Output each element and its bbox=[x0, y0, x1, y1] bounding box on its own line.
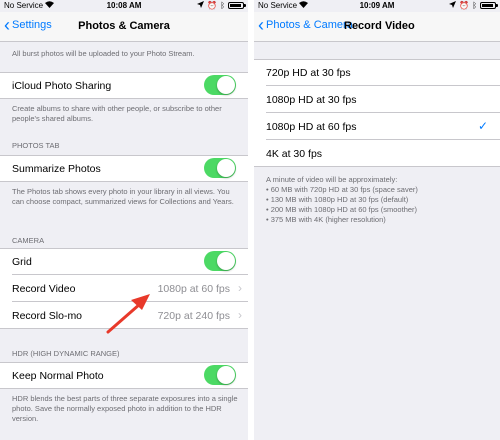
burst-footer: All burst photos will be uploaded to you… bbox=[12, 49, 195, 58]
back-button[interactable]: ‹ Photos & Camera bbox=[258, 15, 353, 35]
photos-camera-screen: No Service 10:08 AM ⏰ ᛒ ‹ Settings Photo… bbox=[0, 0, 248, 440]
video-size-footer: A minute of video will be approximately:… bbox=[266, 175, 490, 225]
grid-row: Grid bbox=[0, 248, 248, 275]
icloud-sharing-label: iCloud Photo Sharing bbox=[12, 80, 112, 92]
record-video-screen: No Service 10:09 AM ⏰ ᛒ ‹ Photos & Camer… bbox=[254, 0, 500, 440]
hdr-footer: HDR blends the best parts of three separ… bbox=[12, 394, 238, 423]
icloud-sharing-toggle[interactable] bbox=[204, 75, 236, 95]
grid-label: Grid bbox=[12, 256, 32, 268]
alarm-icon: ⏰ bbox=[207, 1, 218, 10]
battery-icon bbox=[228, 2, 246, 9]
footer-intro: A minute of video will be approximately: bbox=[266, 175, 398, 184]
photos-tab-footer: The Photos tab shows every photo in your… bbox=[12, 187, 234, 206]
icloud-sharing-row: iCloud Photo Sharing bbox=[0, 72, 248, 99]
record-slomo-row[interactable]: Record Slo-mo 720p at 240 fps › bbox=[0, 302, 248, 329]
icloud-footer: Create albums to share with other people… bbox=[12, 104, 222, 123]
battery-icon bbox=[480, 2, 498, 9]
summarize-photos-row: Summarize Photos bbox=[0, 155, 248, 182]
summarize-photos-label: Summarize Photos bbox=[12, 163, 101, 175]
chevron-right-icon: › bbox=[238, 281, 242, 295]
grid-toggle[interactable] bbox=[204, 251, 236, 271]
status-bar: No Service 10:08 AM ⏰ ᛒ bbox=[0, 0, 248, 12]
option-label: 4K at 30 fps bbox=[266, 148, 323, 160]
summarize-photos-toggle[interactable] bbox=[204, 158, 236, 178]
footer-item: • 375 MB with 4K (higher resolution) bbox=[266, 215, 386, 224]
option-row-1080p60[interactable]: 1080p HD at 60 fps ✓ bbox=[254, 113, 500, 140]
option-row-4k[interactable]: 4K at 30 fps bbox=[254, 140, 500, 167]
checkmark-icon: ✓ bbox=[477, 119, 488, 133]
option-label: 1080p HD at 60 fps bbox=[266, 121, 357, 133]
keep-normal-photo-label: Keep Normal Photo bbox=[12, 370, 104, 382]
record-video-label: Record Video bbox=[12, 283, 76, 295]
footer-item: • 200 MB with 1080p HD at 60 fps (smooth… bbox=[266, 205, 418, 214]
camera-header: CAMERA bbox=[12, 236, 45, 245]
chevron-left-icon: ‹ bbox=[258, 15, 264, 35]
record-slomo-value: 720p at 240 fps bbox=[157, 310, 230, 322]
status-bar: No Service 10:09 AM ⏰ ᛒ bbox=[254, 0, 500, 12]
photos-tab-header: PHOTOS TAB bbox=[12, 141, 60, 150]
option-label: 720p HD at 30 fps bbox=[266, 67, 351, 79]
footer-item: • 60 MB with 720p HD at 30 fps (space sa… bbox=[266, 185, 418, 194]
chevron-right-icon: › bbox=[238, 308, 242, 322]
option-row-1080p30[interactable]: 1080p HD at 30 fps bbox=[254, 86, 500, 113]
record-video-row[interactable]: Record Video 1080p at 60 fps › bbox=[0, 275, 248, 302]
keep-normal-photo-row: Keep Normal Photo bbox=[0, 362, 248, 389]
footer-item: • 130 MB with 1080p HD at 30 fps (defaul… bbox=[266, 195, 409, 204]
alarm-icon: ⏰ bbox=[459, 1, 470, 10]
record-slomo-label: Record Slo-mo bbox=[12, 310, 83, 322]
page-title: Record Video bbox=[344, 20, 415, 32]
hdr-header: HDR (HIGH DYNAMIC RANGE) bbox=[12, 349, 120, 358]
option-label: 1080p HD at 30 fps bbox=[266, 94, 357, 106]
bluetooth-icon: ᛒ bbox=[472, 1, 477, 10]
back-label: Photos & Camera bbox=[266, 19, 353, 31]
bluetooth-icon: ᛒ bbox=[220, 1, 225, 10]
option-row-720p[interactable]: 720p HD at 30 fps bbox=[254, 59, 500, 86]
nav-bar: ‹ Photos & Camera Record Video bbox=[254, 12, 500, 42]
page-title: Photos & Camera bbox=[78, 20, 170, 32]
keep-normal-photo-toggle[interactable] bbox=[204, 365, 236, 385]
location-icon bbox=[449, 1, 457, 10]
nav-bar: ‹ Settings Photos & Camera bbox=[0, 12, 248, 42]
location-icon bbox=[197, 1, 205, 10]
record-video-value: 1080p at 60 fps bbox=[157, 283, 230, 295]
